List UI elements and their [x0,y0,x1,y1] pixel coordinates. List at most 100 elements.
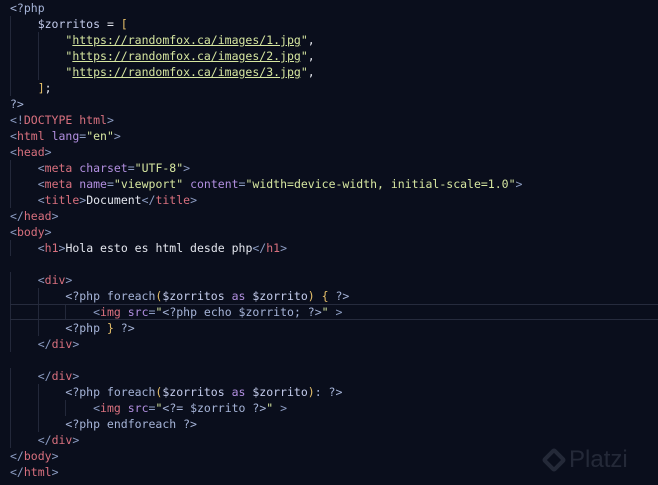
indent-guide [37,400,39,416]
code-line[interactable]: <html lang="en"> [10,128,658,144]
code-token: { [321,289,329,303]
code-token: body [16,225,45,239]
url-string[interactable]: https://randomfox.ca/images/1.jpg [72,33,300,47]
code-token: = [106,177,114,191]
code-line[interactable]: $zorritos = [ [10,16,658,32]
code-token: , [307,33,315,47]
code-line[interactable]: "https://randomfox.ca/images/2.jpg", [10,48,658,64]
code-token: } [106,321,114,335]
code-token: $zorrito [252,385,308,399]
indent-guide [10,160,11,176]
indent-guide [10,288,11,304]
indent-guide [10,320,11,336]
code-line[interactable]: <img src="<?php echo $zorrito; ?>" > [10,304,658,320]
url-string[interactable]: https://randomfox.ca/images/3.jpg [72,65,300,79]
code-line[interactable]: "https://randomfox.ca/images/1.jpg", [10,32,658,48]
code-token: $zorritos [162,385,225,399]
code-token: "en" [86,129,114,143]
code-token: charset [72,161,128,175]
code-token: meta [44,161,73,175]
indent-guide [10,240,11,256]
code-token: h1 [266,241,281,255]
code-line[interactable]: <?php endforeach ?> [10,416,658,432]
code-token: </ [37,433,52,447]
code-token: html [23,465,52,479]
indent-guide [10,48,11,64]
code-line[interactable]: <img src="<?= $zorrito ?>" > [10,400,658,416]
code-line[interactable]: ?> [10,96,658,112]
indent-guide [10,272,11,288]
code-line[interactable]: <h1>Hola esto es html desde php</h1> [10,240,658,256]
indent-guide [10,192,11,208]
indent-guide [37,32,39,48]
code-line[interactable]: ]; [10,80,658,96]
code-line[interactable]: <?php foreach($zorritos as $zorrito): ?> [10,384,658,400]
code-token: > [183,161,191,175]
indent-guide [10,305,11,319]
indent-guide [65,305,67,319]
code-token: img [100,401,121,415]
platzi-logo-icon [541,447,567,473]
code-token: " [300,65,308,79]
code-line[interactable]: "https://randomfox.ca/images/3.jpg", [10,64,658,80]
code-token: <?php [10,1,45,15]
code-token: > [113,129,121,143]
code-token: src [120,401,149,415]
indent-guide [37,64,39,80]
indent-guide [10,80,11,96]
code-token: " [300,33,308,47]
code-token: </ [37,369,52,383]
code-token: = [127,161,135,175]
platzi-watermark: Platzi [541,446,628,474]
indent-guide [10,400,11,416]
indent-guide [10,16,11,32]
code-token: ?> [10,97,24,111]
code-token: < [10,129,17,143]
code-token: [ [120,17,128,31]
code-line[interactable]: <!DOCTYPE html> [10,112,658,128]
indent-guide [37,48,39,64]
code-line[interactable] [10,352,658,368]
code-line[interactable]: </head> [10,208,658,224]
code-editor[interactable]: <?php $zorritos = [ "https://randomfox.c… [10,0,658,480]
code-token: > [72,337,80,351]
code-line[interactable]: <meta name="viewport" content="width=dev… [10,176,658,192]
code-line[interactable]: <meta charset="UTF-8"> [10,160,658,176]
code-line[interactable]: <?php foreach($zorritos as $zorrito) { ?… [10,288,658,304]
code-line[interactable]: </div> [10,368,658,384]
code-token: > [280,241,288,255]
watermark-text: Platzi [569,446,628,473]
code-line[interactable]: <head> [10,144,658,160]
url-string[interactable]: https://randomfox.ca/images/2.jpg [72,49,300,63]
code-token: > [72,369,80,383]
code-token: as [224,385,253,399]
code-line[interactable]: <title>Document</title> [10,192,658,208]
code-line[interactable]: <?php } ?> [10,320,658,336]
code-line[interactable]: <div> [10,272,658,288]
code-token: "viewport" [113,177,184,191]
code-line[interactable]: </div> [10,336,658,352]
code-token: DOCTYPE html [23,113,107,127]
code-token: < [93,401,101,415]
code-token: > [328,305,343,319]
code-token: $zorritos [37,17,101,31]
code-token: ] [37,81,45,95]
code-token: img [100,305,121,319]
code-token: src [120,305,149,319]
indent-guide [10,336,11,352]
code-line[interactable]: <body> [10,224,658,240]
code-token: </ [141,193,156,207]
indent-guide [10,32,11,48]
code-token: > [51,465,59,479]
code-token: div [51,337,73,351]
code-token: : ?> [314,385,343,399]
code-line[interactable]: <?php [10,0,658,16]
code-token: $zorritos [162,289,225,303]
code-line[interactable] [10,256,658,272]
code-token: meta [44,177,73,191]
